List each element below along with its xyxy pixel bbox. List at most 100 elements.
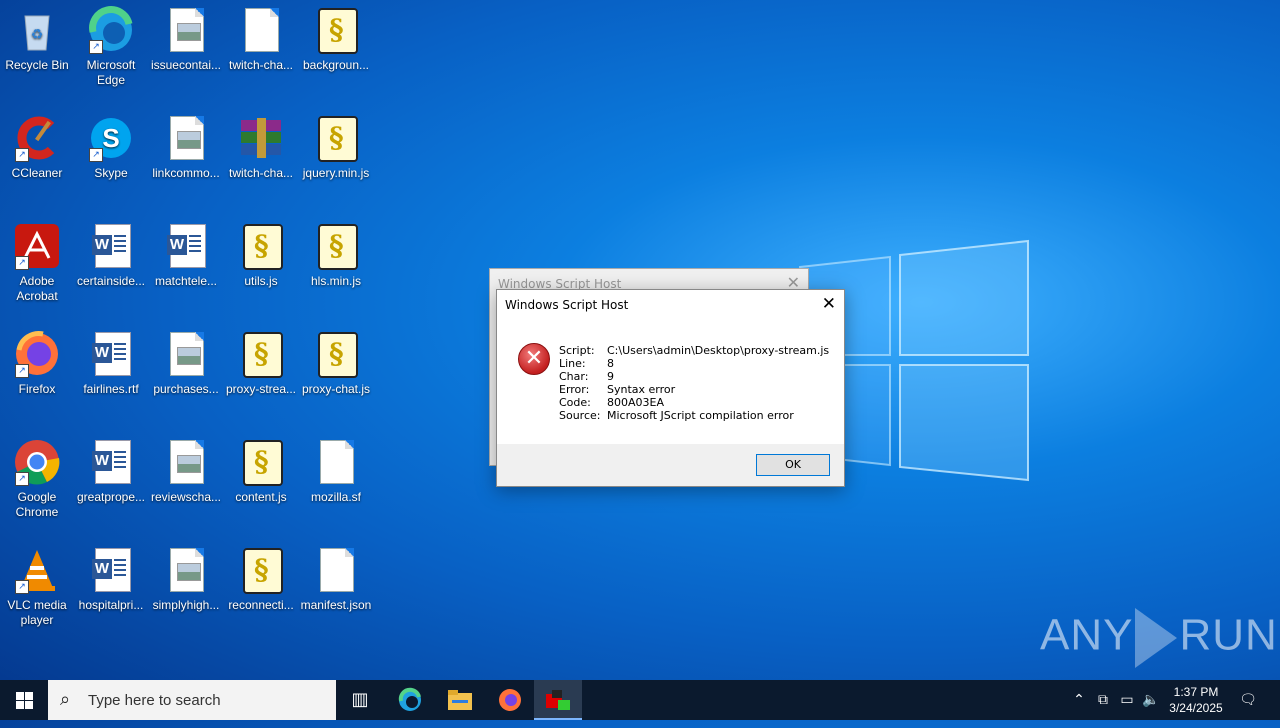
desktop-icon[interactable]: ↗ Microsoft Edge xyxy=(74,6,148,88)
desktop-icon[interactable]: linkcommo... xyxy=(149,114,223,181)
script-file-icon: § xyxy=(312,330,360,378)
tray-app-button[interactable]: ⧉ xyxy=(1092,680,1114,720)
error-source: Microsoft JScript compilation error xyxy=(607,409,794,422)
detail-row: Char: 9 xyxy=(559,370,614,383)
taskbar-file-explorer[interactable] xyxy=(436,680,484,720)
desktop-icon[interactable]: manifest.json xyxy=(299,546,373,613)
desktop-icon[interactable]: Wfairlines.rtf xyxy=(74,330,148,397)
desktop-icon[interactable]: mozilla.sf xyxy=(299,438,373,505)
desktop-icon-label: utils.js xyxy=(244,274,278,288)
edge-icon xyxy=(398,687,421,711)
desktop-icon[interactable]: twitch-cha... xyxy=(224,6,298,73)
desktop-icon-label: jquery.min.js xyxy=(302,166,370,180)
desktop-icon-label: twitch-cha... xyxy=(228,166,294,180)
error-message: Syntax error xyxy=(607,383,676,396)
desktop-icon-label: certainside... xyxy=(76,274,146,288)
desktop-icon-label: proxy-chat.js xyxy=(301,382,371,396)
desktop-icon[interactable]: reviewscha... xyxy=(149,438,223,505)
desktop-icon-label: hospitalpri... xyxy=(78,598,144,612)
script-file-icon: § xyxy=(237,546,285,594)
script-file-icon: § xyxy=(312,114,360,162)
taskbar-edge[interactable] xyxy=(386,680,434,720)
volume-button[interactable]: 🔈 xyxy=(1140,680,1162,720)
close-icon[interactable]: ✕ xyxy=(822,294,836,314)
desktop-icon[interactable]: § jquery.min.js xyxy=(299,114,373,181)
desktop-icon[interactable]: Wgreatprope... xyxy=(74,438,148,505)
speaker-icon: 🔈 xyxy=(1142,692,1160,708)
firefox-icon xyxy=(499,689,521,711)
desktop-icon[interactable]: ↗ VLC media player xyxy=(0,546,74,628)
desktop-icon-label: greatprope... xyxy=(76,490,146,504)
shortcut-arrow-icon: ↗ xyxy=(15,472,29,486)
firefox-icon: ↗ xyxy=(13,330,61,378)
desktop-icon[interactable]: Whospitalpri... xyxy=(74,546,148,613)
desktop-icon-label: Google Chrome xyxy=(15,490,59,519)
taskbar-search-box[interactable]: ⌕ Type here to search xyxy=(48,680,336,720)
chrome-icon: ↗ xyxy=(13,438,61,486)
desktop-icon[interactable]: simplyhigh... xyxy=(149,546,223,613)
desktop-icon-label: VLC media player xyxy=(7,598,67,627)
shortcut-arrow-icon: ↗ xyxy=(15,580,29,594)
desktop-icon[interactable]: ↗ Adobe Acrobat xyxy=(0,222,74,304)
taskbar-script-host[interactable] xyxy=(534,680,582,720)
start-button[interactable] xyxy=(0,680,48,720)
image-file-icon xyxy=(162,546,210,594)
search-placeholder: Type here to search xyxy=(88,692,221,709)
desktop-icon-label: manifest.json xyxy=(300,598,372,612)
desktop-icon[interactable]: § content.js xyxy=(224,438,298,505)
script-file-icon: § xyxy=(237,438,285,486)
desktop-icon[interactable]: twitch-cha... xyxy=(224,114,298,181)
desktop-icon-label: purchases... xyxy=(153,382,219,396)
blank-file-icon xyxy=(237,6,285,54)
word-doc-icon: W xyxy=(162,222,210,270)
desktop-icon[interactable]: § proxy-strea... xyxy=(224,330,298,397)
desktop-icon[interactable]: ↗ Google Chrome xyxy=(0,438,74,520)
desktop-icon[interactable]: issuecontai... xyxy=(149,6,223,73)
desktop-icon-label: simplyhigh... xyxy=(152,598,220,612)
shortcut-arrow-icon: ↗ xyxy=(15,256,29,270)
desktop-icon-label: Skype xyxy=(94,166,128,180)
desktop-icon[interactable]: ↗ Firefox xyxy=(0,330,74,397)
desktop-icon-label: CCleaner xyxy=(11,166,63,180)
desktop-icon[interactable]: S ↗ Skype xyxy=(74,114,148,181)
word-doc-icon: W xyxy=(87,546,135,594)
desktop-icon-label: mozilla.sf xyxy=(310,490,361,504)
word-doc-icon: W xyxy=(87,222,135,270)
notifications-button[interactable]: 🗨 xyxy=(1234,680,1262,720)
acrobat-icon: ↗ xyxy=(13,222,61,270)
ok-button[interactable]: OK xyxy=(756,454,830,476)
desktop-icon-label: Firefox xyxy=(18,382,56,396)
image-file-icon xyxy=(162,114,210,162)
shortcut-arrow-icon: ↗ xyxy=(15,364,29,378)
clock-time: 1:37 PM xyxy=(1173,685,1219,699)
show-hidden-icons-button[interactable]: ⌃ xyxy=(1068,680,1090,720)
script-path: C:\Users\admin\Desktop\proxy-stream.js xyxy=(607,344,830,357)
detail-row: Error: Syntax error xyxy=(559,383,676,396)
desktop-icon-label: proxy-strea... xyxy=(225,382,297,396)
script-host-icon xyxy=(546,690,570,710)
ccleaner-icon: ↗ xyxy=(13,114,61,162)
desktop-icon[interactable]: § reconnecti... xyxy=(224,546,298,613)
task-view-button[interactable]: ▥ xyxy=(336,680,384,720)
shortcut-arrow-icon: ↗ xyxy=(89,40,103,54)
desktop-icon[interactable]: Wmatchtele... xyxy=(149,222,223,289)
task-view-icon: ▥ xyxy=(351,689,369,710)
network-button[interactable]: ▭ xyxy=(1116,680,1138,720)
word-doc-icon: W xyxy=(87,438,135,486)
dialog-footer: OK xyxy=(497,444,844,486)
shortcut-arrow-icon: ↗ xyxy=(15,148,29,162)
taskbar-clock[interactable]: 1:37 PM 3/24/2025 xyxy=(1160,684,1232,716)
detail-row: Code: 800A03EA xyxy=(559,396,664,409)
desktop-icon[interactable]: § backgroun... xyxy=(299,6,373,73)
desktop-icon[interactable]: purchases... xyxy=(149,330,223,397)
desktop-icon[interactable]: § utils.js xyxy=(224,222,298,289)
taskbar-firefox[interactable] xyxy=(486,680,534,720)
desktop-icon[interactable]: ♻ Recycle Bin xyxy=(0,6,74,73)
desktop-icon-label: Recycle Bin xyxy=(5,58,69,72)
desktop-icon[interactable]: Wcertainside... xyxy=(74,222,148,289)
blank-file-icon xyxy=(312,546,360,594)
desktop-icon[interactable]: § hls.min.js xyxy=(299,222,373,289)
desktop-icon[interactable]: § proxy-chat.js xyxy=(299,330,373,397)
desktop-icon[interactable]: ↗ CCleaner xyxy=(0,114,74,181)
image-file-icon xyxy=(162,6,210,54)
